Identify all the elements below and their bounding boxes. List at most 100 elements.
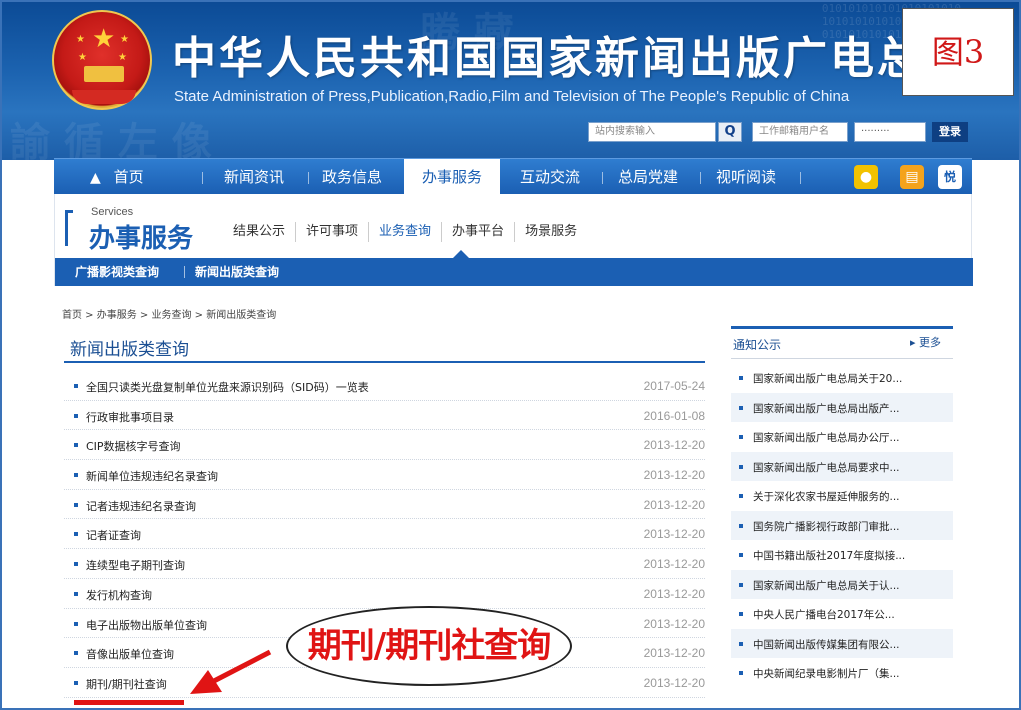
list-item[interactable]: 行政审批事项目录 2016-01-08 — [64, 401, 705, 431]
title-divider — [64, 361, 705, 363]
notice-item-title[interactable]: 中央新闻纪录电影制片厂（集... — [753, 666, 900, 681]
services-cn-label: 办事服务 — [89, 224, 194, 254]
services-header: Services 办事服务 结果公示 许可事项 业务查询 办事平台 场景服务 广… — [54, 194, 973, 286]
tab-result-publicity[interactable]: 结果公示 — [223, 222, 297, 242]
notice-item[interactable]: 关于深化农家书屋延伸服务的... — [731, 481, 953, 511]
search-input[interactable]: 站内搜索输入 — [588, 122, 716, 142]
notice-item[interactable]: 国家新闻出版广电总局办公厅... — [731, 422, 953, 452]
mobile-app-icon[interactable]: ▤ — [900, 165, 924, 189]
notice-item-title[interactable]: 中国书籍出版社2017年度拟接... — [753, 548, 905, 563]
list-item-date: 2013-12-20 — [643, 586, 705, 601]
search-button[interactable]: Q — [718, 122, 742, 142]
wechat-icon[interactable]: ● — [854, 165, 878, 189]
notice-top-rule — [731, 326, 953, 329]
notice-item-title[interactable]: 国家新闻出版广电总局关于认... — [753, 578, 900, 593]
nav-services[interactable]: 办事服务 — [404, 159, 500, 195]
notice-item[interactable]: 国家新闻出版广电总局出版产... — [731, 392, 953, 422]
list-item-date: 2013-12-20 — [643, 468, 705, 483]
notice-item[interactable]: 国家新闻出版广电总局关于20... — [731, 363, 953, 393]
subtab-press-query[interactable]: 新闻出版类查询 — [195, 258, 279, 286]
notice-item-title[interactable]: 国家新闻出版广电总局出版产... — [753, 401, 900, 416]
notice-item-title[interactable]: 中国新闻出版传媒集团有限公... — [753, 637, 900, 652]
list-item-title[interactable]: 新闻单位违规违纪名录查询 — [86, 468, 218, 484]
services-en-label: Services — [91, 206, 134, 218]
list-item[interactable]: 记者证查询 2013-12-20 — [64, 519, 705, 550]
notice-item-title[interactable]: 国务院广播影视行政部门审批... — [753, 519, 900, 534]
tab-business-query[interactable]: 业务查询 — [369, 222, 443, 242]
site-banner: 諭 循 左 像 腾 藏 010101010101010101010 101010… — [0, 0, 1021, 160]
subtab-broadcast-query[interactable]: 广播影视类查询 — [75, 258, 159, 286]
notice-item[interactable]: 国家新闻出版广电总局要求中... — [731, 451, 953, 481]
list-item[interactable]: CIP数据核字号查询 2013-12-20 — [64, 430, 705, 461]
notice-item-title[interactable]: 国家新闻出版广电总局办公厅... — [753, 430, 900, 445]
figure-label: 图3 — [902, 8, 1014, 96]
list-item-date: 2013-12-20 — [643, 497, 705, 512]
notice-list: 国家新闻出版广电总局关于20... 国家新闻出版广电总局出版产... 国家新闻出… — [731, 363, 953, 688]
page-title: 新闻出版类查询 — [70, 340, 189, 360]
list-item-date: 2017-05-24 — [643, 379, 705, 393]
list-item-date: 2013-12-20 — [643, 438, 705, 453]
search-icon: Q — [724, 124, 736, 139]
banner-decoration: 諭 循 左 像 — [10, 119, 212, 160]
notice-item[interactable]: 中央人民广播电台2017年公... — [731, 599, 953, 629]
notice-item-title[interactable]: 国家新闻出版广电总局关于20... — [753, 371, 902, 386]
list-item-title[interactable]: 连续型电子期刊查询 — [86, 557, 185, 573]
notice-item[interactable]: 国务院广播影视行政部门审批... — [731, 510, 953, 540]
list-item-title[interactable]: 记者违规违纪名录查询 — [86, 498, 196, 514]
services-tabs: 结果公示 许可事项 业务查询 办事平台 场景服务 — [223, 222, 587, 242]
tab-service-platform[interactable]: 办事平台 — [442, 222, 516, 242]
section-bracket — [65, 210, 73, 246]
notice-item-title[interactable]: 中央人民广播电台2017年公... — [753, 607, 895, 622]
list-item-title[interactable]: 期刊/期刊社查询 — [86, 676, 167, 692]
list-item-title[interactable]: 电子出版物出版单位查询 — [86, 617, 207, 633]
nav-audiovisual[interactable]: 视听阅读 — [716, 159, 776, 195]
nav-news[interactable]: 新闻资讯 — [224, 159, 284, 195]
list-item-title[interactable]: 全国只读类光盘复制单位光盘来源识别码（SID码）一览表 — [86, 379, 369, 395]
mail-username-field[interactable]: 工作邮箱用户名 — [752, 122, 848, 142]
accessibility-icon[interactable]: 悦 — [938, 165, 962, 189]
list-item-title[interactable]: 发行机构查询 — [86, 587, 152, 603]
annotation-text: 期刊/期刊社查询 — [307, 626, 551, 666]
notice-item[interactable]: 中国书籍出版社2017年度拟接... — [731, 540, 953, 570]
list-item[interactable]: 发行机构查询 2013-12-20 — [64, 579, 705, 609]
home-icon: ▲ — [90, 170, 101, 186]
notice-item[interactable]: 中国新闻出版传媒集团有限公... — [731, 628, 953, 658]
site-title[interactable]: 中华人民共和国国家新闻出版广电总 — [172, 22, 924, 86]
nav-party-building[interactable]: 总局党建 — [618, 159, 678, 195]
notice-item-title[interactable]: 关于深化农家书屋延伸服务的... — [753, 489, 900, 504]
breadcrumb[interactable]: 首页 > 办事服务 > 业务查询 > 新闻出版类查询 — [62, 306, 276, 321]
list-item-title[interactable]: 音像出版单位查询 — [86, 646, 174, 662]
list-item-date: 2013-12-20 — [643, 616, 705, 631]
list-item[interactable]: 新闻单位违规违纪名录查询 2013-12-20 — [64, 460, 705, 490]
annotation-underline — [74, 700, 184, 705]
list-item-title[interactable]: 记者证查询 — [86, 527, 141, 543]
mail-password-field[interactable]: ········· — [854, 122, 926, 142]
list-item[interactable]: 连续型电子期刊查询 2013-12-20 — [64, 549, 705, 579]
notice-title: 通知公示 — [733, 338, 782, 352]
list-item[interactable]: 记者违规违纪名录查询 2013-12-20 — [64, 490, 705, 520]
nav-home[interactable]: ▲ 首页 — [90, 159, 144, 195]
nav-home-label: 首页 — [113, 168, 144, 186]
notice-item[interactable]: 中央新闻纪录电影制片厂（集... — [731, 658, 953, 688]
national-emblem-icon[interactable]: ★ ★ ★ ★ ★ — [52, 10, 152, 110]
nav-government-info[interactable]: 政务信息 — [322, 159, 382, 195]
active-tab-pointer — [453, 250, 469, 258]
tab-scenario-services[interactable]: 场景服务 — [515, 222, 587, 242]
site-subtitle: State Administration of Press,Publicatio… — [174, 88, 850, 105]
list-item-date: 2016-01-08 — [643, 408, 705, 423]
list-item-title[interactable]: 行政审批事项目录 — [86, 409, 174, 425]
nav-interaction[interactable]: 互动交流 — [520, 159, 580, 195]
list-item-title[interactable]: CIP数据核字号查询 — [86, 438, 181, 454]
services-subbar: 广播影视类查询 新闻出版类查询 — [55, 258, 973, 286]
list-item-date: 2013-12-20 — [643, 646, 705, 661]
notice-divider — [731, 358, 953, 359]
notice-item-title[interactable]: 国家新闻出版广电总局要求中... — [753, 460, 900, 475]
main-nav: ▲ 首页 新闻资讯 政务信息 办事服务 互动交流 总局党建 视听阅读 ● ▤ 悦 — [54, 158, 972, 195]
list-item-date: 2013-12-20 — [643, 527, 705, 542]
list-item-date: 2013-12-20 — [643, 675, 705, 690]
more-link[interactable]: ▸ 更多 — [910, 334, 941, 350]
list-item[interactable]: 全国只读类光盘复制单位光盘来源识别码（SID码）一览表 2017-05-24 — [64, 371, 705, 401]
tab-permits[interactable]: 许可事项 — [296, 222, 370, 242]
notice-item[interactable]: 国家新闻出版广电总局关于认... — [731, 569, 953, 599]
login-button[interactable]: 登录 — [932, 122, 968, 142]
